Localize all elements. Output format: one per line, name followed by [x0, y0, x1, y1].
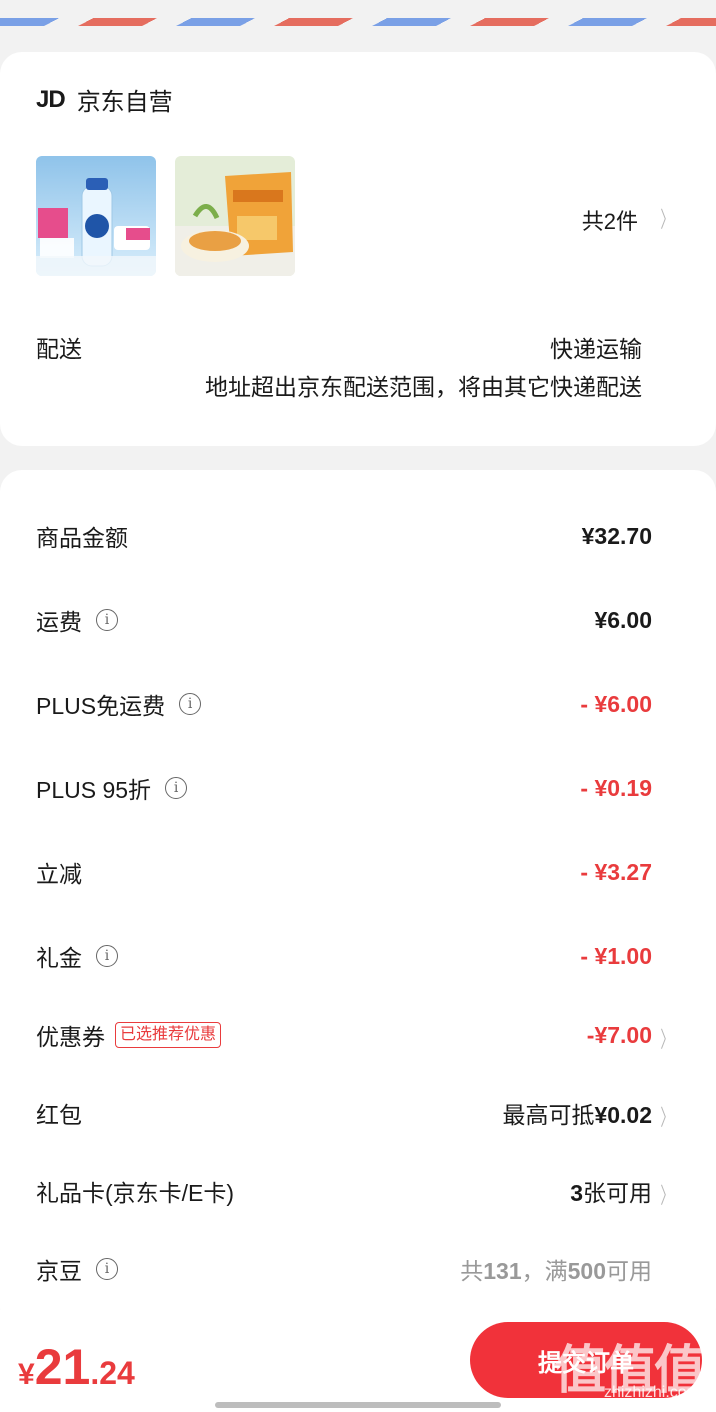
- shipping-value: ¥6.00: [594, 606, 652, 633]
- gift-money-row: 礼金 i - ¥1.00: [36, 936, 652, 976]
- delivery-method[interactable]: 快递运输: [550, 330, 642, 364]
- instant-discount-value: - ¥3.27: [580, 858, 652, 885]
- product-thumbnail-water[interactable]: [36, 156, 156, 276]
- shop-header: JD 京东自营: [36, 82, 173, 117]
- product-thumbnail-snack[interactable]: [175, 156, 295, 276]
- jd-beans-min: 500: [567, 1258, 606, 1284]
- watermark-url: zhizhizhi.com: [603, 1384, 700, 1401]
- delivery-note: 地址超出京东配送范围，将由其它快递配送: [205, 374, 642, 400]
- total-integer: 21: [34, 1339, 91, 1395]
- gift-money-value: - ¥1.00: [580, 942, 652, 969]
- jd-beans-mid: ，满: [521, 1258, 568, 1284]
- gift-card-label: 礼品卡(京东卡/E卡): [36, 1180, 235, 1206]
- chevron-right-icon[interactable]: 〉: [660, 1022, 673, 1054]
- chevron-right-icon[interactable]: 〉: [660, 202, 673, 234]
- chevron-right-icon[interactable]: 〉: [660, 1100, 673, 1132]
- info-icon[interactable]: i: [179, 693, 202, 715]
- plus-free-shipping-row: PLUS免运费 i - ¥6.00: [36, 684, 652, 724]
- fee-card: 商品金额 ¥32.70 运费 i ¥6.00 PLUS免运费 i - ¥6.00…: [0, 470, 716, 1330]
- red-packet-value[interactable]: 最高可抵¥0.02: [502, 1096, 652, 1130]
- gift-card-row[interactable]: 礼品卡(京东卡/E卡) 3张可用: [36, 1171, 652, 1211]
- goods-amount-label: 商品金额: [36, 525, 128, 551]
- red-packet-prefix: 最高可抵: [502, 1102, 595, 1128]
- info-icon[interactable]: i: [96, 1258, 118, 1280]
- jd-beans-value: 共131，满500可用: [460, 1252, 652, 1286]
- plus-discount-value: - ¥0.19: [580, 774, 652, 801]
- red-packet-amount: ¥0.02: [594, 1102, 652, 1128]
- total-currency: ¥: [18, 1358, 35, 1391]
- bottom-bar: ¥21.24 提交订单 值值值 zhizhizhi.com: [0, 1310, 716, 1412]
- red-packet-row[interactable]: 红包 最高可抵¥0.02: [36, 1093, 652, 1133]
- jd-beans-prefix: 共: [460, 1258, 484, 1284]
- jd-beans-suffix: 可用: [606, 1258, 652, 1284]
- goods-amount-value: ¥32.70: [581, 522, 652, 549]
- jd-beans-row: 京豆 i 共131，满500可用: [36, 1249, 652, 1289]
- total-decimal: .24: [90, 1355, 135, 1391]
- plus-free-shipping-label: PLUS免运费: [36, 693, 166, 719]
- shop-name: 京东自营: [76, 89, 173, 116]
- gift-money-label: 礼金: [36, 945, 82, 971]
- instant-discount-row: 立减 - ¥3.27: [36, 852, 652, 892]
- shipping-row: 运费 i ¥6.00: [36, 600, 652, 640]
- instant-discount-label: 立减: [36, 861, 82, 887]
- shop-card: JD 京东自营 共2件 〉 配送 快递运输 地址超出京东配送范围，将由其它快递配…: [0, 52, 716, 446]
- delivery-label: 配送: [36, 336, 82, 362]
- airmail-stripe: [0, 18, 716, 26]
- chevron-right-icon[interactable]: 〉: [660, 1178, 673, 1210]
- home-indicator[interactable]: [215, 1402, 501, 1408]
- goods-amount-row: 商品金额 ¥32.70: [36, 516, 652, 556]
- coupon-value[interactable]: -¥7.00: [587, 1022, 652, 1049]
- shipping-label: 运费: [36, 609, 82, 635]
- order-total: ¥21.24: [18, 1338, 135, 1396]
- info-icon[interactable]: i: [96, 945, 118, 967]
- item-count[interactable]: 共2件: [582, 204, 638, 236]
- jd-logo: JD: [36, 85, 66, 113]
- coupon-label: 优惠券: [36, 1024, 105, 1050]
- info-icon[interactable]: i: [165, 777, 188, 799]
- plus-free-shipping-value: - ¥6.00: [580, 690, 652, 717]
- jd-beans-total: 131: [483, 1258, 522, 1284]
- gift-card-count: 3: [570, 1180, 583, 1206]
- plus-discount-label: PLUS 95折: [36, 777, 152, 803]
- info-icon[interactable]: i: [96, 609, 118, 631]
- plus-discount-row: PLUS 95折 i - ¥0.19: [36, 768, 652, 808]
- gift-card-suffix: 张可用: [583, 1180, 652, 1206]
- red-packet-label: 红包: [36, 1102, 82, 1128]
- coupon-row[interactable]: 优惠券 已选推荐优惠 -¥7.00: [36, 1015, 652, 1055]
- jd-beans-label: 京豆: [36, 1258, 82, 1284]
- coupon-badge: 已选推荐优惠: [115, 1022, 222, 1048]
- airmail-border: [0, 0, 716, 30]
- gift-card-value[interactable]: 3张可用: [570, 1174, 652, 1208]
